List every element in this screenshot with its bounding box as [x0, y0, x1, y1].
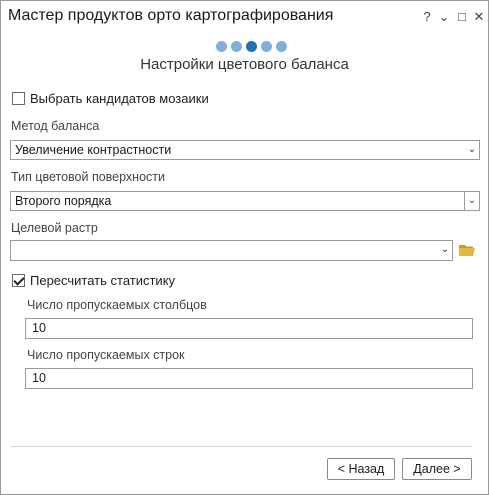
title-bar: Мастер продуктов орто картографирования …: [1, 1, 488, 33]
select-mosaic-candidates-checkbox[interactable]: [12, 92, 25, 105]
wizard-window: Мастер продуктов орто картографирования …: [0, 0, 489, 495]
chevron-down-icon: ⌄: [464, 192, 479, 210]
help-icon[interactable]: ?: [419, 9, 435, 25]
next-button[interactable]: Далее >: [402, 458, 472, 480]
select-mosaic-candidates-label: Выбрать кандидатов мозаики: [30, 91, 209, 106]
folder-icon[interactable]: [459, 244, 475, 256]
skip-rows-label: Число пропускаемых строк: [27, 348, 185, 362]
recalc-stats-row[interactable]: Пересчитать статистику: [12, 273, 175, 288]
balance-method-label: Метод баланса: [11, 119, 100, 133]
target-raster-label: Целевой растр: [11, 221, 98, 235]
recalc-stats-checkbox[interactable]: [12, 274, 25, 287]
step-dot-1: [216, 41, 227, 52]
menu-chevron-icon[interactable]: ⌄: [436, 9, 452, 25]
balance-method-value: Увеличение контрастности: [15, 143, 172, 157]
skip-columns-input[interactable]: 10: [25, 318, 473, 339]
step-dot-4: [261, 41, 272, 52]
wizard-step-indicator: [216, 41, 287, 53]
target-raster-select[interactable]: ⌄: [10, 240, 453, 261]
color-surface-select[interactable]: Второго порядка ⌄: [10, 191, 480, 211]
window-title: Мастер продуктов орто картографирования: [8, 7, 334, 24]
chevron-down-icon: ⌄: [440, 244, 450, 255]
select-mosaic-candidates-row[interactable]: Выбрать кандидатов мозаики: [12, 91, 209, 106]
footer-divider: [11, 446, 472, 447]
color-surface-value: Второго порядка: [15, 194, 112, 208]
skip-columns-label: Число пропускаемых столбцов: [27, 298, 207, 312]
restore-icon[interactable]: □: [454, 9, 470, 25]
recalc-stats-label: Пересчитать статистику: [30, 273, 176, 288]
skip-rows-input[interactable]: 10: [25, 368, 473, 389]
step-dot-5: [276, 41, 287, 52]
step-dot-3-active: [246, 41, 257, 52]
chevron-down-icon: ⌄: [467, 144, 477, 155]
close-icon[interactable]: ✕: [471, 9, 487, 25]
page-title: Настройки цветового баланса: [140, 56, 349, 73]
balance-method-select[interactable]: Увеличение контрастности ⌄: [10, 140, 480, 160]
step-dot-2: [231, 41, 242, 52]
color-surface-label: Тип цветовой поверхности: [11, 170, 165, 184]
back-button[interactable]: < Назад: [327, 458, 395, 480]
